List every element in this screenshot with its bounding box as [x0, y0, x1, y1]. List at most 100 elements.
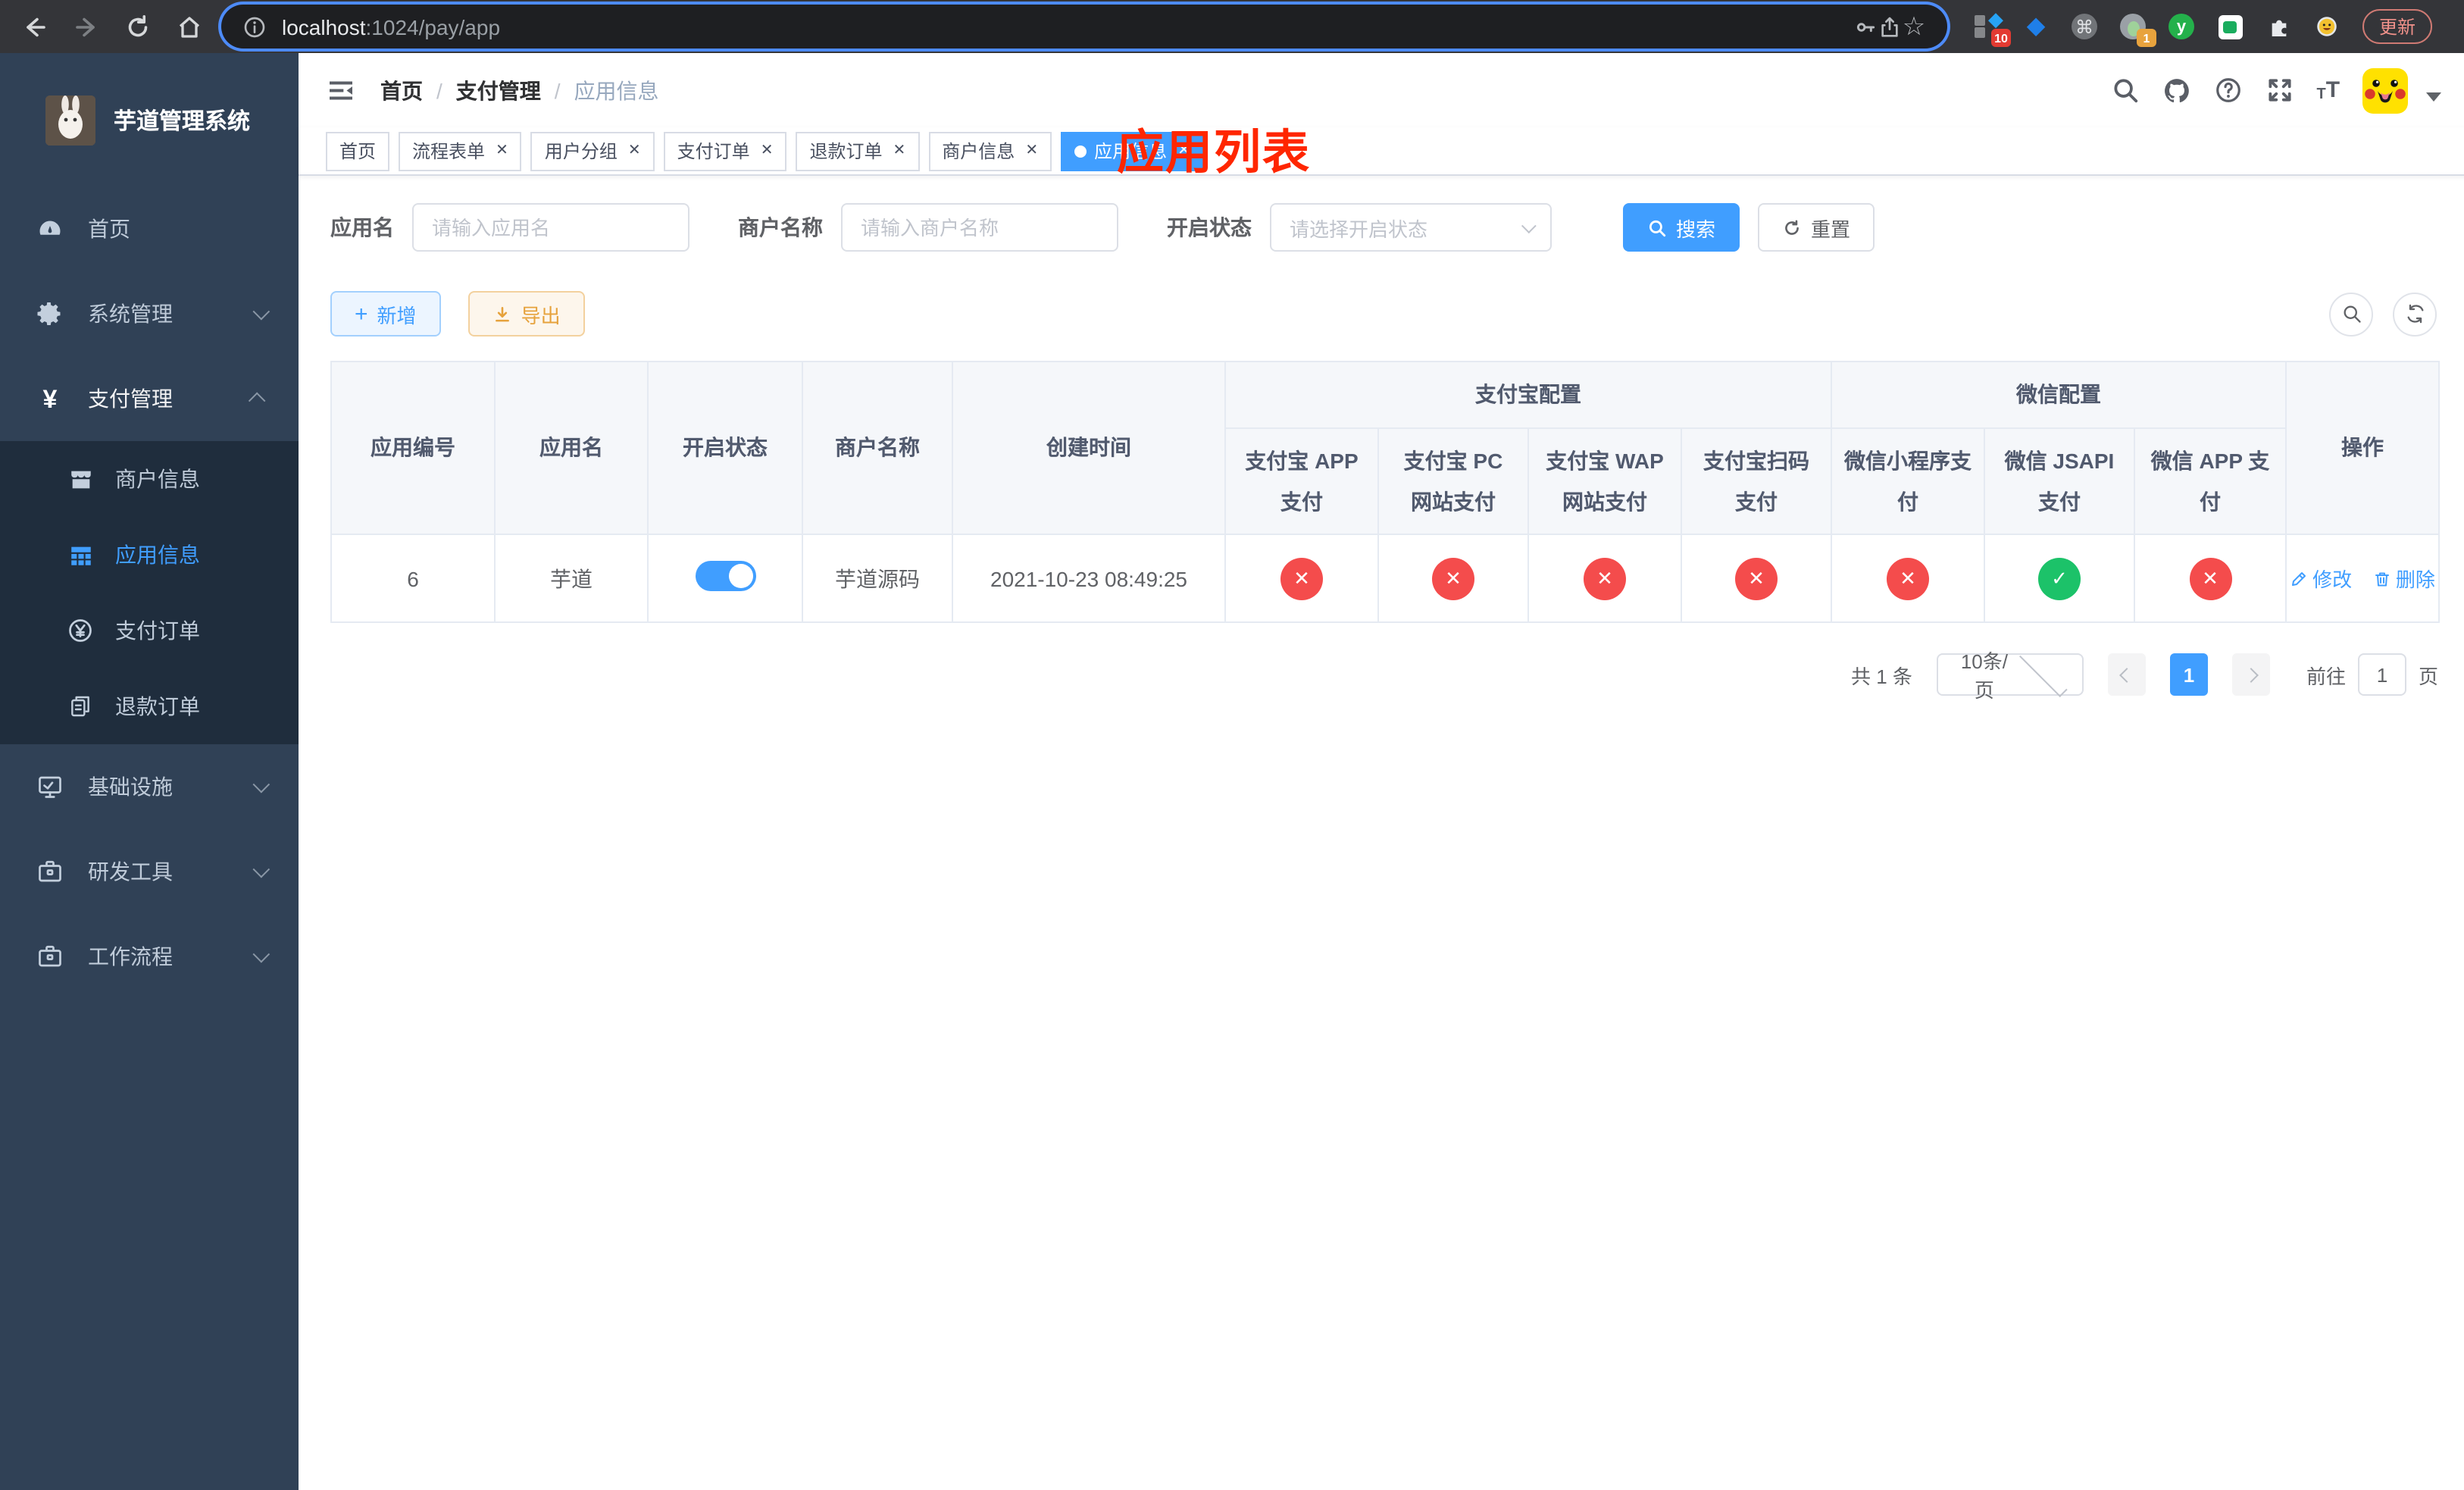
col-alipay-app: 支付宝 APP 支付	[1224, 427, 1379, 535]
help-icon[interactable]	[2213, 76, 2242, 105]
breadcrumb-separator: /	[554, 78, 561, 102]
extension-grid-icon[interactable]: ◆ 10	[1975, 9, 2011, 47]
export-button-label: 导出	[521, 304, 561, 327]
cell-merchant: 芋道源码	[802, 534, 953, 623]
y-glyph: y	[2169, 14, 2194, 39]
kite-glyph: ◆	[2026, 13, 2046, 39]
export-button[interactable]: 导出	[467, 291, 585, 337]
extension-kite-icon[interactable]: ◆	[2023, 14, 2049, 39]
tag-tab-user-group[interactable]: 用户分组	[530, 131, 655, 171]
merchant-name-label: 商户名称	[738, 215, 823, 239]
next-page-button[interactable]	[2231, 653, 2270, 696]
breadcrumb-payment[interactable]: 支付管理	[456, 75, 541, 105]
col-wechat-app: 微信 APP 支付	[2133, 427, 2287, 535]
breadcrumb: 首页 / 支付管理 / 应用信息	[380, 75, 659, 105]
sidebar-item-merchant-info[interactable]: 商户信息	[0, 441, 299, 517]
reload-icon[interactable]	[124, 13, 152, 40]
extension-badge: 10	[1991, 29, 2011, 47]
col-status: 开启状态	[647, 361, 803, 535]
app-name-input[interactable]	[412, 203, 689, 252]
info-icon[interactable]	[242, 14, 267, 39]
search-button[interactable]: 搜索	[1623, 203, 1740, 252]
sidebar-item-home[interactable]: 首页	[0, 186, 299, 271]
password-key-icon[interactable]	[1853, 14, 1878, 39]
close-icon[interactable]	[893, 143, 906, 158]
close-icon[interactable]	[1025, 143, 1038, 158]
store-icon	[67, 465, 94, 493]
forward-icon[interactable]	[73, 13, 100, 40]
app-logo	[45, 95, 95, 145]
page-size-value: 10条/页	[1960, 650, 2008, 702]
collapse-sidebar-icon[interactable]	[326, 75, 356, 105]
close-icon[interactable]	[496, 143, 508, 158]
avatar-caret-icon[interactable]	[2426, 92, 2442, 101]
sidebar-item-dev-tools[interactable]: 研发工具	[0, 829, 299, 914]
extension-command-icon[interactable]: ⌘	[2072, 14, 2097, 39]
url-bar[interactable]: localhost:1024/pay/app ☆	[221, 5, 1947, 49]
extension-avatar-icon[interactable]: 1	[2120, 14, 2156, 47]
page-number-1[interactable]: 1	[2169, 653, 2208, 696]
profile-avatar-icon[interactable]	[2314, 14, 2340, 39]
sidebar-item-label: 支付管理	[88, 387, 173, 411]
fullscreen-icon[interactable]	[2265, 76, 2294, 105]
sidebar-item-label: 退款订单	[115, 694, 200, 718]
close-icon[interactable]	[628, 143, 641, 158]
github-icon[interactable]	[2162, 76, 2190, 105]
bookmark-star-icon[interactable]: ☆	[1902, 14, 1926, 39]
add-button[interactable]: + 新增	[330, 291, 441, 337]
sidebar-item-system[interactable]: 系统管理	[0, 271, 299, 356]
cell-wechat-mini	[1831, 534, 1985, 623]
disabled-status-icon	[1432, 557, 1474, 599]
breadcrumb-home[interactable]: 首页	[380, 75, 423, 105]
back-icon[interactable]	[21, 13, 48, 40]
user-avatar[interactable]	[2362, 67, 2409, 113]
browser-update-button[interactable]: 更新	[2362, 9, 2433, 44]
share-icon[interactable]	[1878, 14, 1902, 39]
yen-icon: ¥	[42, 384, 58, 413]
font-size-icon[interactable]: TT	[2316, 77, 2340, 103]
app-table: 应用编号 应用名 开启状态 商户名称 创建时间 支付宝配置 微信配置 操作 支付…	[330, 361, 2441, 623]
sidebar-item-pay-orders[interactable]: 支付订单	[0, 593, 299, 668]
refresh-table-button[interactable]	[2393, 292, 2437, 336]
puzzle-extensions-icon[interactable]	[2265, 14, 2291, 39]
reset-button[interactable]: 重置	[1758, 203, 1875, 252]
chevron-down-icon	[2018, 648, 2068, 696]
search-icon[interactable]	[2110, 76, 2139, 105]
monitor-chart-icon	[36, 773, 64, 800]
table-row: 6 芋道 芋道源码 2021-10-23 08:49:25 ✕ ✕ ✕ ✕ ✕ …	[330, 534, 2441, 623]
toggle-search-button[interactable]	[2329, 292, 2374, 336]
sidebar-logo-row[interactable]: 芋道管理系统	[0, 53, 299, 186]
disabled-status-icon	[1280, 557, 1323, 599]
sidebar-item-payment[interactable]: ¥ 支付管理	[0, 356, 299, 441]
tag-tab-home[interactable]: 首页	[326, 131, 390, 171]
sidebar-item-refund-orders[interactable]: 退款订单	[0, 668, 299, 744]
goto-page-input[interactable]	[2357, 653, 2406, 696]
tag-tab-refund-orders[interactable]: 退款订单	[796, 131, 920, 171]
table-tools	[2329, 292, 2440, 336]
tag-tab-pay-orders[interactable]: 支付订单	[663, 131, 787, 171]
tag-tab-process-form[interactable]: 流程表单	[399, 131, 522, 171]
sidebar-item-infrastructure[interactable]: 基础设施	[0, 744, 299, 829]
tag-tab-merchant-info[interactable]: 商户信息	[928, 131, 1052, 171]
extension-chat-icon[interactable]	[2217, 14, 2243, 39]
merchant-name-input[interactable]	[841, 203, 1118, 252]
status-select[interactable]: 请选择开启状态	[1270, 203, 1552, 252]
col-alipay-wap: 支付宝 WAP 网站支付	[1527, 427, 1682, 535]
cell-app-name: 芋道	[494, 534, 649, 623]
status-toggle[interactable]	[695, 561, 755, 591]
close-icon[interactable]	[761, 143, 774, 158]
home-icon[interactable]	[176, 13, 203, 40]
search-button-label: 搜索	[1676, 218, 1716, 240]
extension-badge: 1	[2137, 29, 2156, 47]
trash-icon	[2373, 569, 2391, 587]
goto-label: 前往	[2306, 665, 2346, 687]
prev-page-button[interactable]	[2107, 653, 2146, 696]
tags-view-bar: 首页 流程表单 用户分组 支付订单 退款订单 商户信息 应用信息	[299, 127, 2464, 176]
delete-link[interactable]: 删除	[2373, 564, 2435, 593]
url-text[interactable]: localhost:1024/pay/app	[282, 14, 500, 39]
sidebar-item-app-info[interactable]: 应用信息	[0, 517, 299, 593]
extension-y-icon[interactable]: y	[2169, 14, 2194, 39]
sidebar-item-workflow[interactable]: 工作流程	[0, 914, 299, 999]
edit-link[interactable]: 修改	[2290, 564, 2352, 593]
page-size-select[interactable]: 10条/页	[1936, 648, 2084, 702]
